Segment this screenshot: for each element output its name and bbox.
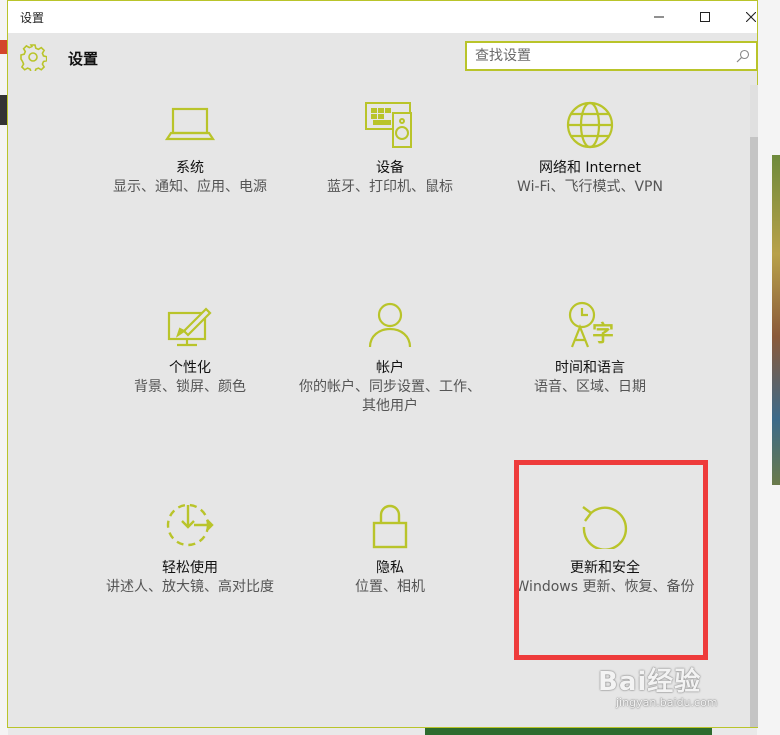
tile-personalization[interactable]: 个性化 背景、锁屏、颜色	[90, 301, 290, 397]
title-bar[interactable]: 设置	[8, 1, 757, 33]
person-icon	[368, 302, 412, 348]
tile-label: 轻松使用	[162, 560, 218, 576]
tile-description: 背景、锁屏、颜色	[134, 379, 246, 395]
scrollbar-thumb[interactable]	[750, 137, 758, 727]
tile-description: 蓝牙、打印机、鼠标	[327, 179, 453, 195]
tile-label: 系统	[176, 160, 204, 176]
search-box[interactable]	[465, 41, 758, 71]
minimize-button[interactable]	[636, 1, 682, 33]
globe-icon	[566, 101, 614, 149]
page-title: 设置	[68, 50, 99, 68]
search-input[interactable]	[475, 47, 725, 65]
background-image	[772, 155, 780, 485]
scrollbar[interactable]	[750, 85, 758, 727]
watermark-brand: Bai经验	[598, 667, 702, 697]
personalize-icon	[167, 307, 212, 347]
tile-system[interactable]: 系统 显示、通知、应用、电源	[90, 101, 290, 197]
tile-ease-of-access[interactable]: 轻松使用 讲述人、放大镜、高对比度	[90, 501, 290, 597]
settings-header: 设置	[8, 33, 758, 85]
search-icon[interactable]	[736, 49, 750, 63]
ease-of-access-icon	[166, 503, 214, 547]
tile-description: 语音、区域、日期	[534, 379, 646, 395]
maximize-icon	[700, 12, 710, 22]
update-icon	[582, 506, 628, 549]
tile-label: 个性化	[169, 360, 211, 376]
tile-label: 隐私	[376, 560, 404, 576]
tile-description: 位置、相机	[355, 579, 425, 595]
tile-accounts[interactable]: 帐户 你的帐户、同步设置、工作、其他用户	[290, 301, 490, 416]
tile-label: 更新和安全	[570, 560, 640, 576]
background-app-bottom	[425, 727, 712, 735]
tile-description: Wi-Fi、飞行模式、VPN	[517, 179, 663, 195]
svg-text:字: 字	[592, 321, 614, 347]
gear-icon	[20, 44, 47, 71]
tile-privacy[interactable]: 隐私 位置、相机	[290, 501, 490, 597]
tile-label: 帐户	[376, 360, 404, 376]
minimize-icon	[654, 16, 664, 18]
devices-icon	[365, 102, 412, 148]
lock-icon	[372, 504, 408, 549]
tile-label: 设备	[376, 160, 404, 176]
close-button[interactable]	[728, 1, 774, 33]
tile-description: 讲述人、放大镜、高对比度	[106, 579, 274, 595]
window-title: 设置	[20, 11, 45, 25]
background-app-right	[757, 0, 780, 735]
maximize-button[interactable]	[682, 1, 728, 33]
settings-window: 设置 设置 查找设置 系统 显示、通知、应用、电源 设备 蓝牙、打印机、鼠标 网…	[7, 0, 758, 728]
watermark-url: jingyan.baidu.com	[616, 696, 718, 709]
tile-update-security[interactable]: 更新和安全 Windows 更新、恢复、备份	[505, 501, 705, 597]
tile-description: 你的帐户、同步设置、工作、其他用户	[299, 379, 481, 414]
tile-time-language[interactable]: 字 时间和语言 语音、区域、日期	[490, 301, 690, 397]
tile-description: 显示、通知、应用、电源	[113, 179, 267, 195]
tile-label: 网络和 Internet	[538, 160, 642, 176]
tile-description: Windows 更新、恢复、备份	[515, 579, 695, 595]
tile-network[interactable]: 网络和 Internet Wi-Fi、飞行模式、VPN	[490, 101, 690, 197]
baidu-watermark: Bai经验 jingyan.baidu.com	[598, 661, 718, 709]
time-language-icon: 字	[568, 301, 614, 348]
tile-devices[interactable]: 设备 蓝牙、打印机、鼠标	[290, 101, 490, 197]
close-icon	[746, 12, 756, 22]
laptop-icon	[164, 107, 216, 141]
tile-label: 时间和语言	[555, 360, 625, 376]
